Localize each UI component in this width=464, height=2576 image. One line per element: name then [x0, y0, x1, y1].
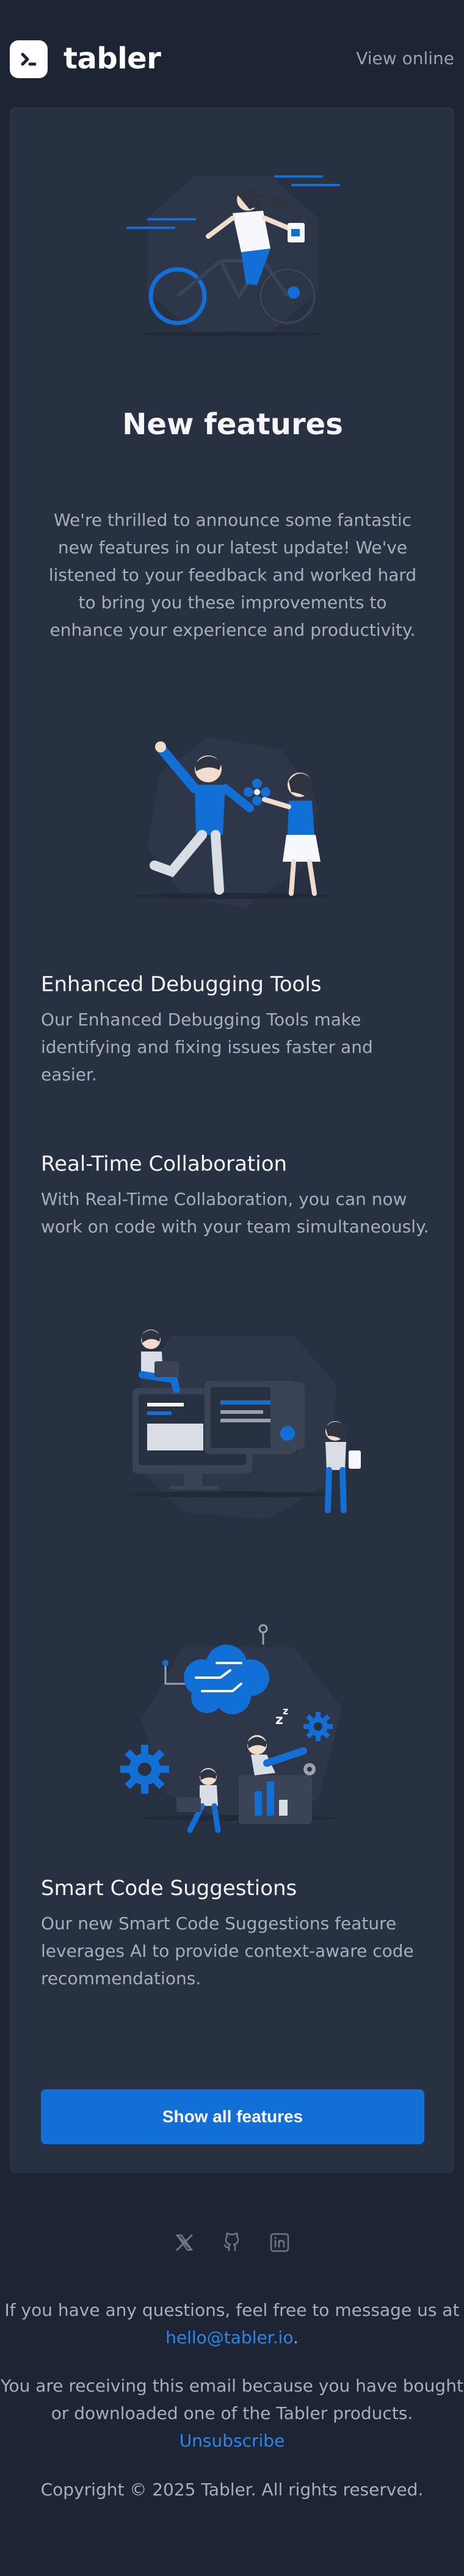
email-link[interactable]: hello@tabler.io — [165, 2327, 293, 2348]
cyclist-illustration — [126, 175, 340, 337]
email-header: tabler View online — [0, 0, 464, 107]
tabler-logo-icon[interactable] — [10, 40, 48, 78]
receiving-note: You are receiving this email because you… — [0, 2372, 464, 2454]
celebration-illustration — [135, 737, 330, 908]
view-online-link[interactable]: View online — [356, 49, 454, 68]
unsubscribe-link[interactable]: Unsubscribe — [179, 2431, 285, 2451]
feature-description: Our Enhanced Debugging Tools make identi… — [41, 1010, 373, 1085]
page-title: New features — [122, 407, 343, 442]
feature-description: With Real-Time Collaboration, you can no… — [41, 1189, 429, 1237]
feature-title: Real-Time Collaboration — [41, 1152, 288, 1176]
brand-name[interactable]: tabler — [63, 42, 161, 76]
social-links — [0, 2230, 464, 2255]
questions-text: If you have any questions, feel free to … — [4, 2300, 460, 2320]
feature-title: Smart Code Suggestions — [41, 1876, 297, 1901]
svg-text:z: z — [283, 1705, 288, 1717]
content-card: New features We're thrilled to announce … — [10, 107, 454, 2173]
contact-note: If you have any questions, feel free to … — [0, 2296, 464, 2351]
collaboration-illustration — [129, 1330, 361, 1519]
show-all-features-button[interactable]: Show all features — [41, 2089, 424, 2144]
github-icon[interactable] — [220, 2230, 244, 2255]
linkedin-icon[interactable] — [267, 2230, 292, 2255]
feature-description: Our new Smart Code Suggestions feature l… — [41, 1913, 414, 1988]
feature-title: Enhanced Debugging Tools — [41, 972, 322, 997]
period: . — [292, 2327, 299, 2348]
receiving-text: You are receiving this email because you… — [1, 2376, 463, 2423]
copyright: Copyright © 2025 Tabler. All rights rese… — [40, 2480, 424, 2500]
x-icon[interactable] — [172, 2230, 197, 2255]
hero-description: We're thrilled to announce some fantasti… — [48, 510, 417, 640]
svg-text:z: z — [275, 1712, 283, 1728]
ai-brain-illustration: z z — [120, 1624, 343, 1833]
